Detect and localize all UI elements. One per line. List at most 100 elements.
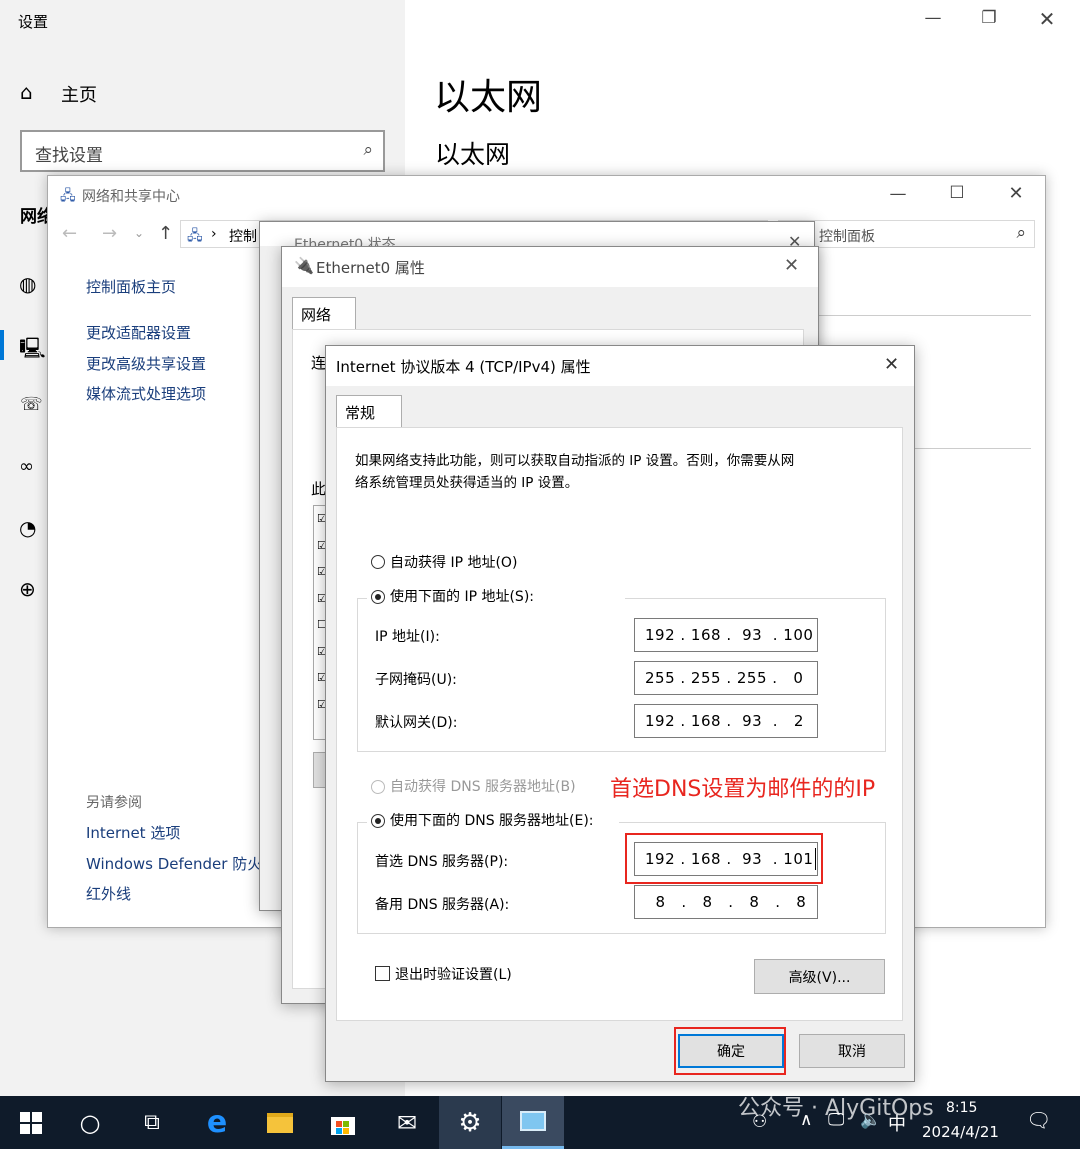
store-bag-icon <box>331 1116 355 1135</box>
forward-icon[interactable]: → <box>102 223 117 244</box>
items-label: 此 <box>311 480 327 498</box>
notification-icon[interactable]: 🗨 <box>1026 1108 1051 1132</box>
cp-home-link[interactable]: 控制面板主页 <box>86 276 176 297</box>
proxy-globe-icon[interactable]: ⊕ <box>19 577 36 601</box>
back-icon[interactable]: ← <box>62 223 77 244</box>
close-icon[interactable]: ✕ <box>1024 7 1070 31</box>
address-separator-icon: › <box>211 226 217 242</box>
description-line: 络系统管理员处获得适当的 IP 设置。 <box>355 475 579 491</box>
validate-checkbox[interactable] <box>375 966 390 981</box>
address-breadcrumb[interactable]: 控制 <box>229 226 257 246</box>
gateway-label: 默认网关(D): <box>375 715 458 731</box>
cp-search-input[interactable]: 控制面板 ⌕ <box>778 220 1035 248</box>
recent-dropdown-icon[interactable]: ⌄ <box>134 226 144 240</box>
start-windows-icon[interactable] <box>0 1096 62 1149</box>
clock-time[interactable]: 8:15 <box>946 1100 977 1116</box>
store-icon[interactable] <box>312 1096 374 1149</box>
windows-logo-icon <box>20 1111 42 1134</box>
settings-search-placeholder: 查找设置 <box>35 146 103 166</box>
clock-date[interactable]: 2024/4/21 <box>922 1123 999 1141</box>
tab-network[interactable]: 网络 <box>292 297 356 331</box>
vpn-icon[interactable]: ∞ <box>19 456 34 477</box>
cp-minimize-icon[interactable]: — <box>875 184 921 204</box>
home-icon[interactable]: ⌂ <box>20 80 33 104</box>
settings-app-title: 设置 <box>18 13 49 31</box>
auto-ip-radio[interactable] <box>371 555 385 569</box>
taskbar: ○ ⧉ e ✉ ⚙ 公众号 · AlyGitOps ⚇ ∧ 🖵 🔈 中 8:15… <box>0 1096 1080 1149</box>
auto-ip-label: 自动获得 IP 地址(O) <box>390 555 518 571</box>
cp-window-title: 网络和共享中心 <box>82 189 180 205</box>
alternate-dns-field[interactable]: 8 . 8 . 8 . 8 <box>634 885 818 919</box>
auto-dns-radio[interactable] <box>371 780 385 794</box>
globe-status-icon[interactable]: ◍ <box>19 272 36 296</box>
subnet-mask-field[interactable]: 255 . 255 . 255 . 0 <box>634 661 818 695</box>
restore-icon[interactable]: ❐ <box>966 8 1012 28</box>
divider <box>818 315 1031 316</box>
advanced-sharing-link[interactable]: 更改高级共享设置 <box>86 353 206 374</box>
manual-ip-radio[interactable] <box>371 590 385 604</box>
data-usage-icon[interactable]: ◔ <box>19 516 36 540</box>
ip-address-field[interactable]: 192 . 168 . 93 . 100 <box>634 618 818 652</box>
tcpip-close-icon[interactable]: ✕ <box>884 354 899 375</box>
description-line: 如果网络支持此功能，则可以获取自动指派的 IP 设置。否则，你需要从网 <box>355 453 795 469</box>
gateway-field[interactable]: 192 . 168 . 93 . 2 <box>634 704 818 738</box>
auto-dns-label: 自动获得 DNS 服务器地址(B) <box>390 779 576 795</box>
dialup-icon[interactable]: ☏ <box>20 394 43 415</box>
cp-search-icon[interactable]: ⌕ <box>1016 223 1026 243</box>
settings-search-input[interactable]: 查找设置 ⌕ <box>20 130 385 172</box>
up-icon[interactable]: ↑ <box>158 223 173 244</box>
general-tab-panel: 如果网络支持此功能，则可以获取自动指派的 IP 设置。否则，你需要从网 络系统管… <box>336 427 903 1021</box>
tab-general[interactable]: 常规 <box>336 395 402 429</box>
tab-network-label: 网络 <box>301 306 332 324</box>
home-label[interactable]: 主页 <box>61 81 97 107</box>
ip-address-label: IP 地址(I): <box>375 629 440 645</box>
network-tray-icon[interactable]: 🖵 <box>828 1110 844 1130</box>
connect-using-label: 连 <box>311 354 327 372</box>
cp-search-placeholder: 控制面板 <box>819 229 875 245</box>
volume-icon[interactable]: 🔈 <box>860 1110 881 1130</box>
ethernet-status-close-icon[interactable]: ✕ <box>788 232 801 246</box>
minimize-icon[interactable]: — <box>910 8 956 28</box>
manual-dns-label: 使用下面的 DNS 服务器地址(E): <box>390 813 594 829</box>
settings-gear-icon[interactable]: ⚙ <box>439 1096 501 1149</box>
page-title: 以太网 <box>434 77 543 118</box>
tcpip-properties-dialog: Internet 协议版本 4 (TCP/IPv4) 属性 ✕ 常规 如果网络支… <box>325 345 915 1082</box>
dns-highlight-box <box>625 833 823 884</box>
dns-annotation: 首选DNS设置为邮件的的IP <box>610 777 876 802</box>
search-circle-icon[interactable]: ○ <box>59 1096 121 1149</box>
search-icon[interactable]: ⌕ <box>363 140 373 160</box>
task-view-icon[interactable]: ⧉ <box>121 1096 183 1149</box>
tab-general-label: 常规 <box>345 404 376 422</box>
ethernet-properties-close-icon[interactable]: ✕ <box>784 255 799 276</box>
ok-highlight-box <box>674 1027 786 1075</box>
tcpip-dialog-title: Internet 协议版本 4 (TCP/IPv4) 属性 <box>336 358 591 376</box>
file-explorer-icon[interactable] <box>249 1096 311 1149</box>
ethernet-icon[interactable]: 🖳 <box>19 334 46 368</box>
ime-indicator[interactable]: 中 <box>888 1110 906 1136</box>
media-streaming-link[interactable]: 媒体流式处理选项 <box>86 383 206 404</box>
internet-options-link[interactable]: Internet 选项 <box>86 822 180 843</box>
page-subtitle: 以太网 <box>435 140 511 169</box>
manual-dns-radio[interactable] <box>371 814 385 828</box>
cp-maximize-icon[interactable]: ☐ <box>934 183 980 203</box>
ethernet-properties-title: Ethernet0 属性 <box>316 259 425 277</box>
chevron-up-icon[interactable]: ∧ <box>800 1110 812 1130</box>
subnet-mask-label: 子网掩码(U): <box>375 672 457 688</box>
network-icon: 🖧 <box>60 188 76 204</box>
defender-firewall-link[interactable]: Windows Defender 防火 <box>86 853 262 874</box>
adapter-settings-link[interactable]: 更改适配器设置 <box>86 322 191 343</box>
infrared-link[interactable]: 红外线 <box>86 883 131 904</box>
manual-ip-label: 使用下面的 IP 地址(S): <box>390 589 534 605</box>
cancel-button[interactable]: 取消 <box>799 1034 905 1068</box>
mail-icon[interactable]: ✉ <box>376 1096 438 1149</box>
ethernet-status-title: Ethernet0 状态 <box>294 237 396 246</box>
preferred-dns-label: 首选 DNS 服务器(P): <box>375 854 509 870</box>
people-icon[interactable]: ⚇ <box>752 1112 767 1132</box>
control-panel-taskbar-icon[interactable] <box>502 1096 564 1149</box>
active-indicator <box>0 330 4 360</box>
cp-close-icon[interactable]: ✕ <box>993 183 1039 204</box>
validate-label: 退出时验证设置(L) <box>395 967 512 983</box>
adapter-icon: 🔌 <box>294 256 314 275</box>
advanced-button[interactable]: 高级(V)... <box>754 959 885 994</box>
edge-browser-icon[interactable]: e <box>186 1096 248 1149</box>
